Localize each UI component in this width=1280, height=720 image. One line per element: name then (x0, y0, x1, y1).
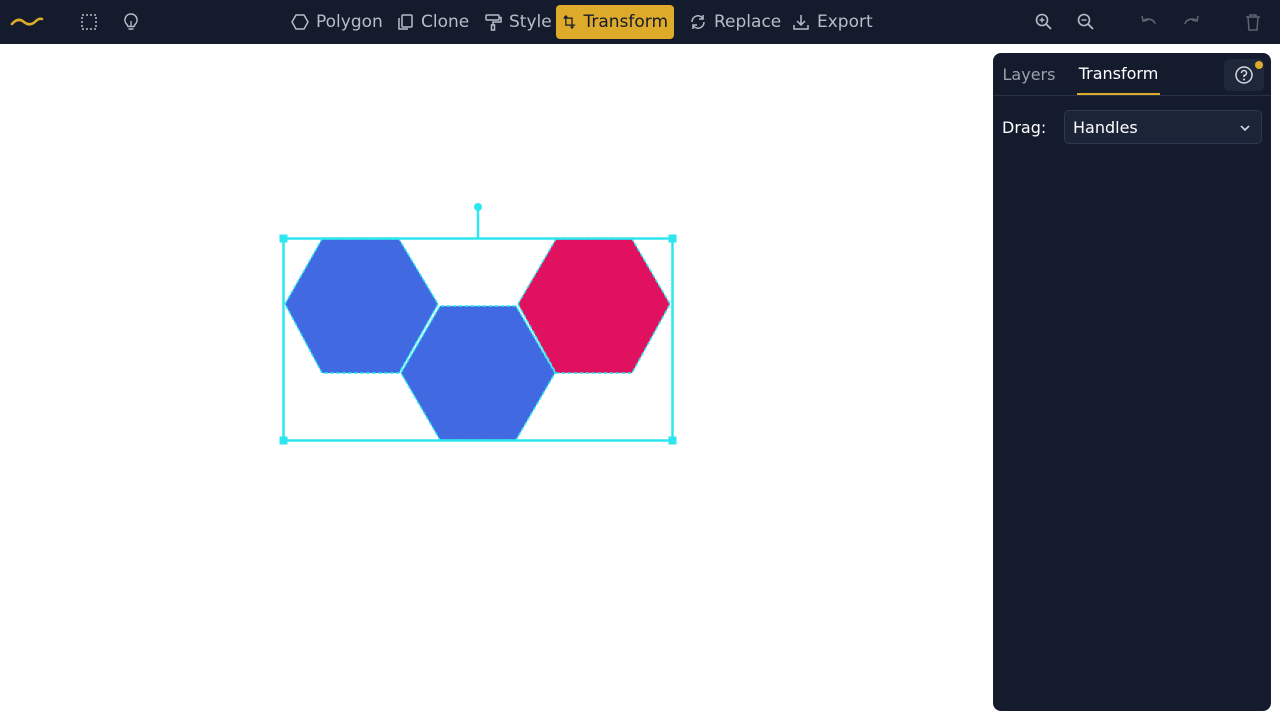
zoom-out-icon[interactable] (1074, 0, 1098, 44)
undo-icon[interactable] (1137, 0, 1161, 44)
clone-button-label: Clone (421, 11, 470, 32)
copy-icon (398, 14, 413, 30)
replace-button-label: Replace (714, 11, 782, 32)
transform-button-label: Transform (583, 11, 668, 32)
resize-handle-bottom-left[interactable] (279, 436, 288, 445)
resize-handle-top-left[interactable] (279, 234, 288, 243)
help-circle-icon (1235, 66, 1253, 84)
polygon-button[interactable]: Polygon (284, 5, 389, 39)
export-button[interactable]: Export (785, 5, 879, 39)
style-button-label: Style (509, 11, 552, 32)
tab-layers[interactable]: Layers (1001, 53, 1057, 95)
drag-label: Drag: (1002, 117, 1047, 137)
transform-icon (563, 15, 576, 29)
wave-logo-icon[interactable] (8, 0, 46, 44)
paint-roller-icon (485, 14, 502, 31)
drag-mode-value: Handles (1073, 117, 1138, 137)
drawing-canvas[interactable] (0, 44, 985, 720)
clone-button[interactable]: Clone (389, 5, 475, 39)
export-button-label: Export (817, 11, 873, 32)
chevron-down-icon (1240, 125, 1250, 132)
tab-transform[interactable]: Transform (1077, 53, 1160, 95)
lightbulb-icon[interactable] (119, 0, 143, 44)
zoom-in-icon[interactable] (1032, 0, 1056, 44)
top-toolbar: Polygon Clone Style Transform Replace Ex… (0, 0, 1280, 44)
side-panel: Layers Transform Drag: Handles (993, 53, 1271, 711)
hexagon-icon (291, 14, 309, 30)
marquee-select-icon[interactable] (77, 0, 101, 44)
polygon-button-label: Polygon (316, 11, 383, 32)
tab-layers-label: Layers (1002, 64, 1056, 84)
tab-transform-label: Transform (1078, 63, 1159, 83)
download-icon (793, 15, 809, 30)
trash-icon[interactable] (1241, 0, 1265, 44)
resize-handle-top-right[interactable] (668, 234, 677, 243)
replace-icon (691, 15, 705, 29)
drag-row: Drag: Handles (993, 110, 1271, 144)
rotation-handle[interactable] (474, 203, 482, 211)
redo-icon[interactable] (1179, 0, 1203, 44)
transform-button[interactable]: Transform (556, 5, 674, 39)
notification-dot (1255, 61, 1263, 69)
drag-mode-select[interactable]: Handles (1064, 110, 1262, 144)
replace-button[interactable]: Replace (682, 5, 787, 39)
style-button[interactable]: Style (477, 5, 558, 39)
resize-handle-bottom-right[interactable] (668, 436, 677, 445)
panel-tab-bar: Layers Transform (993, 53, 1271, 96)
